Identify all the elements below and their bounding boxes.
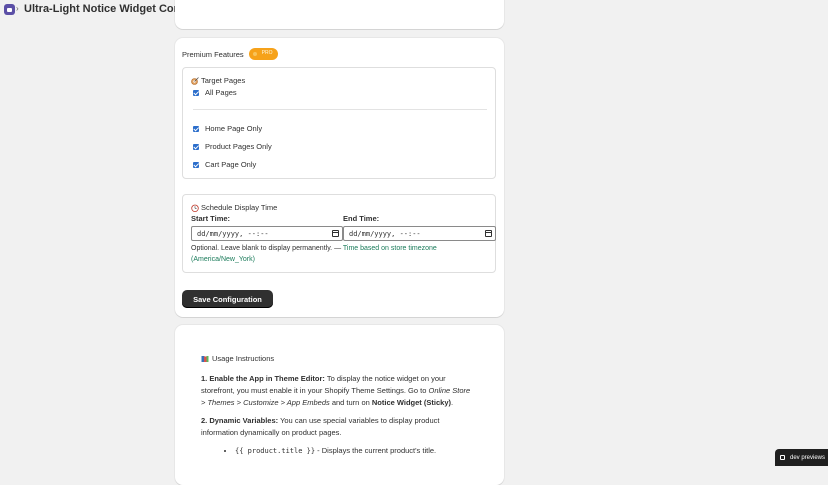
configuration-card: Premium Features PRO Target Pages All Pa… [175, 38, 504, 317]
save-configuration-button[interactable]: Save Configuration [182, 290, 273, 308]
product-pages-label: Product Pages Only [205, 142, 272, 151]
usage-instructions-card: Usage Instructions 1. Enable the App in … [175, 325, 504, 485]
product-pages-option[interactable]: Product Pages Only [193, 142, 272, 151]
schedule-title: Schedule Display Time [201, 203, 278, 212]
calendar-icon[interactable] [485, 230, 492, 237]
start-time-label: Start Time: [191, 214, 231, 223]
cart-page-label: Cart Page Only [205, 160, 257, 169]
previous-settings-card [175, 0, 504, 29]
premium-features-row: Premium Features PRO [182, 48, 278, 60]
target-pages-title: Target Pages [201, 76, 246, 85]
schedule-section: Schedule Display Time Start Time: End Ti… [182, 194, 496, 273]
premium-features-label: Premium Features [182, 49, 244, 59]
list-item: {{ product.title }} - Displays the curre… [235, 445, 471, 457]
step-2: 2. Dynamic Variables: You can use specia… [201, 415, 471, 439]
preview-icon [780, 455, 785, 460]
end-time-input[interactable]: dd/mm/yyyy, --:-- [343, 226, 496, 241]
target-icon [191, 76, 199, 85]
end-time-value: dd/mm/yyyy, --:-- [349, 229, 421, 238]
app-icon[interactable] [4, 4, 15, 15]
step-1-end: . [450, 398, 454, 407]
cart-page-option[interactable]: Cart Page Only [193, 160, 256, 169]
usage-title: Usage Instructions [212, 354, 275, 363]
clock-icon [191, 204, 199, 212]
start-time-value: dd/mm/yyyy, --:-- [197, 229, 269, 238]
schedule-help-text: Optional. Leave blank to display permane… [191, 243, 487, 265]
target-pages-heading: Target Pages [191, 76, 245, 85]
pro-badge-dot [252, 52, 257, 56]
pro-badge: PRO [248, 48, 278, 60]
start-time-input[interactable]: dd/mm/yyyy, --:-- [191, 226, 343, 241]
section-divider [193, 109, 487, 110]
variables-list: {{ product.title }} - Displays the curre… [201, 445, 471, 457]
schedule-help-main: Optional. Leave blank to display permane… [191, 245, 343, 252]
target-pages-section: Target Pages All Pages Home Page Only Pr… [182, 67, 496, 179]
usage-instructions: Usage Instructions 1. Enable the App in … [201, 353, 471, 457]
step-1-title: 1. Enable the App in Theme Editor: [201, 374, 325, 383]
pro-badge-label: PRO [261, 50, 273, 56]
product-pages-checkbox[interactable] [193, 143, 199, 150]
variable-description: - Displays the current product's title. [315, 446, 437, 455]
dev-previews-label: dev previews [790, 454, 826, 461]
variable-code: {{ product.title }} [235, 447, 316, 455]
step-2-title: 2. Dynamic Variables: [201, 416, 279, 425]
step-1-widget: Notice Widget (Sticky) [371, 398, 451, 407]
step-1-mid: and turn on [329, 398, 372, 407]
all-pages-label: All Pages [205, 88, 237, 97]
all-pages-option[interactable]: All Pages [193, 88, 237, 97]
usage-heading: Usage Instructions [201, 353, 471, 365]
breadcrumb-separator: › [16, 4, 19, 13]
book-icon [201, 355, 209, 363]
all-pages-checkbox[interactable] [193, 89, 199, 96]
home-page-option[interactable]: Home Page Only [193, 124, 262, 133]
dev-previews-badge[interactable]: dev previews [775, 449, 828, 466]
home-page-label: Home Page Only [205, 124, 263, 133]
schedule-heading: Schedule Display Time [191, 203, 277, 212]
cart-page-checkbox[interactable] [193, 161, 199, 168]
home-page-checkbox[interactable] [193, 125, 199, 132]
calendar-icon[interactable] [332, 230, 339, 237]
end-time-label: End Time: [343, 214, 380, 223]
step-1: 1. Enable the App in Theme Editor: To di… [201, 373, 471, 409]
